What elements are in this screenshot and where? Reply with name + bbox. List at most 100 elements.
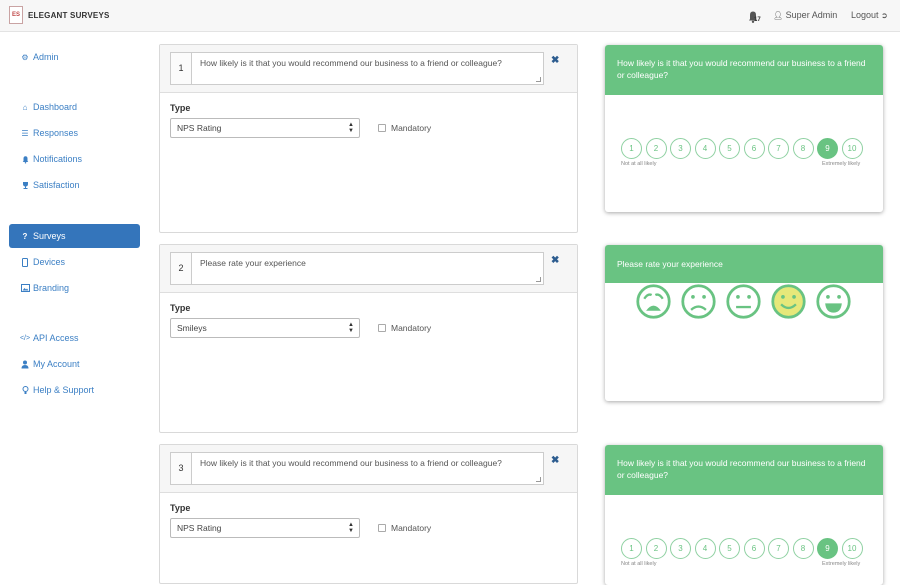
nps-option-7[interactable]: 7 [768, 538, 789, 559]
checkbox[interactable] [378, 524, 386, 532]
happy-face-icon[interactable] [770, 283, 807, 320]
question-text-value: How likely is it that you would recommen… [200, 58, 502, 68]
sidebar-item-responses[interactable]: ☰ Responses [9, 121, 140, 145]
bell-icon [20, 155, 30, 164]
type-select[interactable]: Smileys ▲ ▼ [170, 318, 360, 338]
select-arrows-icon: ▲ ▼ [348, 522, 354, 534]
question-header: 3 How likely is it that you would recomm… [160, 445, 577, 493]
nps-option-10[interactable]: 10 [841, 138, 863, 159]
notification-count-badge: 17 [754, 17, 761, 23]
sidebar-item-api-access[interactable]: </> API Access [9, 326, 140, 350]
select-arrows-icon: ▲ ▼ [348, 122, 354, 134]
question-number: 1 [170, 52, 192, 85]
sidebar-item-label: Branding [33, 283, 70, 293]
nps-option-2[interactable]: 2 [645, 138, 667, 159]
nps-option-7[interactable]: 7 [768, 138, 789, 159]
nps-option-8[interactable]: 8 [792, 538, 814, 559]
question-text-input[interactable]: How likely is it that you would recommen… [191, 52, 544, 85]
nps-low-label: Not at all likely [621, 561, 657, 567]
question-text-input[interactable]: Please rate your experience [191, 252, 544, 285]
nps-option-6[interactable]: 6 [743, 538, 765, 559]
sidebar-item-label: Devices [33, 257, 66, 267]
question-number: 2 [170, 252, 192, 285]
user-name: Super Admin [785, 10, 838, 20]
question-card: 3 How likely is it that you would recomm… [159, 444, 578, 584]
sad-face-icon[interactable] [680, 283, 717, 320]
home-icon: ⌂ [22, 102, 28, 112]
sidebar-item-branding[interactable]: Branding [9, 276, 140, 300]
resize-handle[interactable] [536, 477, 541, 482]
nps-option-9[interactable]: 9 [817, 138, 838, 159]
app-logo[interactable]: ES [9, 6, 23, 24]
checkbox[interactable] [378, 324, 386, 332]
preview-title: Please rate your experience [605, 245, 883, 283]
nps-option-4[interactable]: 4 [694, 538, 716, 559]
very-sad-face-icon[interactable] [635, 283, 672, 320]
sidebar-item-my-account[interactable]: My Account [9, 352, 140, 376]
gear-icon: ⚙ [21, 52, 29, 62]
type-label: Type [170, 503, 191, 513]
neutral-face-icon[interactable] [725, 283, 762, 320]
user-menu[interactable]: 👤︎ Super Admin [773, 10, 837, 20]
type-select[interactable]: NPS Rating ▲ ▼ [170, 118, 360, 138]
mandatory-checkbox[interactable]: Mandatory [378, 123, 431, 133]
sidebar-item-help-support[interactable]: Help & Support [9, 378, 140, 402]
logout-icon: ➲ [881, 11, 888, 20]
type-select-value: Smileys [177, 323, 207, 333]
nps-option-6[interactable]: 6 [743, 138, 765, 159]
mandatory-label: Mandatory [391, 523, 432, 533]
nps-option-9[interactable]: 9 [817, 538, 838, 559]
mandatory-label: Mandatory [391, 123, 432, 133]
close-icon[interactable]: ✖ [551, 455, 559, 466]
logout-link[interactable]: Logout ➲ [851, 10, 888, 20]
code-icon: </> [19, 334, 31, 342]
nps-high-label: Extremely likely [822, 561, 861, 567]
nps-option-1[interactable]: 1 [621, 138, 642, 159]
sidebar-item-label: Satisfaction [33, 180, 80, 190]
sidebar-item-devices[interactable]: Devices [9, 250, 140, 274]
sidebar-item-label: Dashboard [33, 102, 78, 112]
type-select-value: NPS Rating [177, 523, 222, 533]
resize-handle[interactable] [536, 77, 541, 82]
nps-option-5[interactable]: 5 [719, 538, 740, 559]
sidebar-item-admin[interactable]: ⚙ Admin [9, 45, 140, 69]
type-label: Type [170, 303, 191, 313]
nps-option-3[interactable]: 3 [670, 138, 691, 159]
sidebar-item-surveys[interactable]: ? Surveys [9, 224, 140, 248]
nps-low-label: Not at all likely [621, 161, 657, 167]
nps-option-1[interactable]: 1 [621, 538, 642, 559]
user-icon [20, 360, 30, 369]
sidebar-item-notifications[interactable]: Notifications [9, 147, 140, 171]
resize-handle[interactable] [536, 277, 541, 282]
nps-option-2[interactable]: 2 [645, 538, 667, 559]
nps-option-8[interactable]: 8 [792, 138, 814, 159]
nps-option-10[interactable]: 10 [841, 538, 863, 559]
close-icon[interactable]: ✖ [551, 55, 559, 66]
type-select[interactable]: NPS Rating ▲ ▼ [170, 518, 360, 538]
sidebar-item-label: Surveys [33, 231, 66, 241]
preview-title: How likely is it that you would recommen… [605, 445, 883, 495]
mandatory-label: Mandatory [391, 323, 432, 333]
mandatory-checkbox[interactable]: Mandatory [378, 523, 431, 533]
nps-option-4[interactable]: 4 [694, 138, 716, 159]
question-text-input[interactable]: How likely is it that you would recommen… [191, 452, 544, 485]
very-happy-face-icon[interactable] [815, 283, 852, 320]
nps-option-5[interactable]: 5 [719, 138, 740, 159]
top-bar: ES ELEGANT SURVEYS 17 👤︎ Super Admin Log… [0, 0, 900, 32]
question-card: 1 How likely is it that you would recomm… [159, 44, 578, 233]
type-label: Type [170, 103, 191, 113]
sidebar-item-satisfaction[interactable]: Satisfaction [9, 173, 140, 197]
nps-option-3[interactable]: 3 [670, 538, 691, 559]
sidebar-item-dashboard[interactable]: ⌂ Dashboard [9, 95, 140, 119]
question-header: 2 Please rate your experience ✖ [160, 245, 577, 293]
image-icon [20, 284, 30, 292]
lightbulb-icon [20, 385, 30, 395]
close-icon[interactable]: ✖ [551, 255, 559, 266]
checkbox[interactable] [378, 124, 386, 132]
mandatory-checkbox[interactable]: Mandatory [378, 323, 431, 333]
sidebar-item-label: API Access [33, 333, 79, 343]
preview-title: How likely is it that you would recommen… [605, 45, 883, 95]
brand-name[interactable]: ELEGANT SURVEYS [28, 11, 110, 20]
preview-card: How likely is it that you would recommen… [605, 445, 883, 585]
trophy-icon [20, 181, 30, 190]
